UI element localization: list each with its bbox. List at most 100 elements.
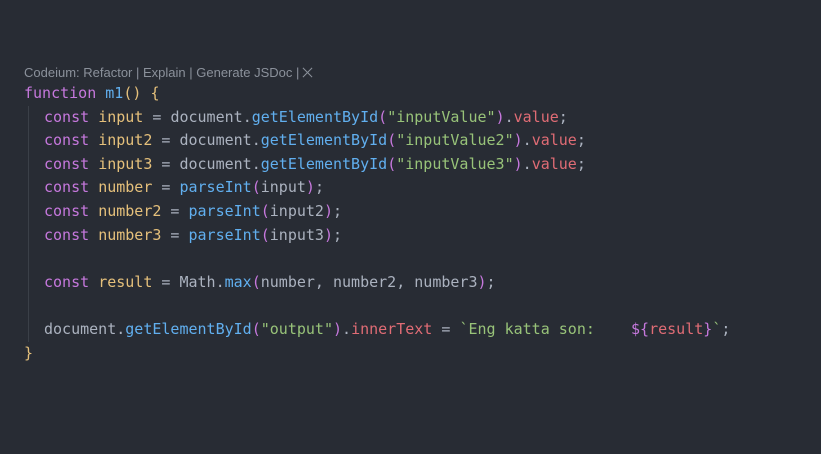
semicolon: ; bbox=[486, 272, 496, 291]
brace: } bbox=[24, 343, 34, 362]
paren: ( bbox=[260, 201, 270, 220]
code-line-11[interactable]: document.getElementById("output").innerT… bbox=[24, 318, 814, 342]
code-line-12[interactable]: } bbox=[24, 342, 814, 366]
dot: . bbox=[215, 272, 225, 291]
string: "inputValue2" bbox=[396, 131, 514, 150]
codeium-codelens: Codeium: Refactor | Explain | Generate J… bbox=[24, 64, 313, 82]
dot: . bbox=[251, 154, 261, 173]
identifier: Math bbox=[179, 272, 216, 291]
code-editor[interactable]: Codeium: Refactor | Explain | Generate J… bbox=[0, 0, 821, 454]
identifier: document bbox=[179, 154, 252, 173]
codelens-separator: | bbox=[185, 65, 197, 80]
code-line-3[interactable]: const input2 = document.getElementById("… bbox=[24, 129, 814, 153]
argument: input2 bbox=[269, 201, 324, 220]
variable: number bbox=[98, 178, 153, 197]
interpolation-close: } bbox=[703, 319, 713, 338]
paren: ) bbox=[323, 225, 333, 244]
function-call: parseInt bbox=[188, 225, 261, 244]
codelens-prefix: Codeium: bbox=[24, 65, 84, 80]
keyword: const bbox=[44, 272, 90, 291]
function-name: m1 bbox=[105, 84, 124, 102]
dot: . bbox=[116, 319, 126, 338]
property: value bbox=[513, 107, 559, 126]
function-call: parseInt bbox=[188, 201, 261, 220]
operator: = bbox=[161, 225, 189, 244]
code-line-10[interactable] bbox=[24, 294, 814, 318]
keyword: const bbox=[44, 131, 90, 150]
operator: = bbox=[152, 131, 180, 150]
semicolon: ; bbox=[576, 131, 586, 150]
variable: number2 bbox=[98, 201, 162, 220]
method-name: getElementById bbox=[251, 107, 379, 126]
code-lines[interactable]: function m1() { const input = document.g… bbox=[24, 82, 814, 365]
dot: . bbox=[251, 131, 261, 150]
code-line-7[interactable]: const number3 = parseInt(input3); bbox=[24, 224, 814, 248]
semicolon: ; bbox=[721, 319, 731, 338]
method-name: getElementById bbox=[125, 319, 252, 338]
code-line-4[interactable]: const input3 = document.getElementById("… bbox=[24, 153, 814, 177]
codelens-explain-link[interactable]: Explain bbox=[143, 65, 186, 80]
string: "output" bbox=[260, 319, 333, 338]
semicolon: ; bbox=[333, 201, 343, 220]
paren: ) bbox=[323, 201, 333, 220]
paren: ( bbox=[260, 225, 270, 244]
code-line-8[interactable] bbox=[24, 247, 814, 271]
template-string-end: ` bbox=[712, 319, 722, 338]
keyword: const bbox=[44, 225, 90, 244]
paren: ) bbox=[333, 319, 343, 338]
paren: ( bbox=[387, 131, 397, 150]
operator: = bbox=[152, 154, 180, 173]
paren: ) bbox=[495, 107, 505, 126]
paren: ) bbox=[513, 154, 523, 173]
code-line-2[interactable]: const input = document.getElementById("i… bbox=[24, 106, 814, 130]
paren: ( bbox=[378, 107, 388, 126]
identifier: document bbox=[179, 131, 252, 150]
property: innerText bbox=[351, 319, 433, 338]
paren: ( bbox=[251, 272, 261, 291]
close-icon[interactable] bbox=[302, 67, 313, 78]
code-line-1[interactable]: function m1() { bbox=[24, 82, 814, 106]
argument: input3 bbox=[269, 225, 324, 244]
method-name: max bbox=[224, 272, 252, 291]
keyword: const bbox=[44, 154, 90, 173]
paren: ( bbox=[387, 154, 397, 173]
semicolon: ; bbox=[558, 107, 568, 126]
codelens-refactor-link[interactable]: Refactor bbox=[83, 65, 132, 80]
keyword: const bbox=[44, 201, 90, 220]
operator: = bbox=[152, 272, 180, 291]
keyword: const bbox=[44, 178, 90, 197]
paren: ) bbox=[305, 178, 315, 197]
code-line-5[interactable]: const number = parseInt(input); bbox=[24, 176, 814, 200]
dot: . bbox=[242, 107, 252, 126]
operator: = bbox=[432, 319, 460, 338]
code-line-6[interactable]: const number2 = parseInt(input2); bbox=[24, 200, 814, 224]
string: "inputValue" bbox=[387, 107, 496, 126]
codelens-generate-jsdoc-link[interactable]: Generate JSDoc bbox=[196, 65, 292, 80]
interpolation-variable: result bbox=[649, 319, 704, 338]
keyword: function bbox=[24, 84, 97, 102]
method-name: getElementById bbox=[260, 154, 388, 173]
identifier: document bbox=[170, 107, 243, 126]
paren: ( bbox=[251, 319, 261, 338]
property: value bbox=[531, 131, 577, 150]
variable: input bbox=[98, 107, 144, 126]
semicolon: ; bbox=[576, 154, 586, 173]
semicolon: ; bbox=[333, 225, 343, 244]
dot: . bbox=[522, 154, 532, 173]
dot: . bbox=[342, 319, 352, 338]
string: "inputValue3" bbox=[396, 154, 514, 173]
dot: . bbox=[522, 131, 532, 150]
paren: ( bbox=[251, 178, 261, 197]
paren: ) bbox=[132, 84, 142, 102]
arguments: number, number2, number3 bbox=[260, 272, 478, 291]
method-name: getElementById bbox=[260, 131, 388, 150]
paren: ) bbox=[477, 272, 487, 291]
variable: number3 bbox=[98, 225, 162, 244]
property: value bbox=[531, 154, 577, 173]
codelens-separator: | bbox=[132, 65, 143, 80]
variable: input2 bbox=[98, 131, 153, 150]
code-line-9[interactable]: const result = Math.max(number, number2,… bbox=[24, 271, 814, 295]
template-string: `Eng katta son: bbox=[459, 319, 632, 338]
dot: . bbox=[504, 107, 514, 126]
operator: = bbox=[152, 178, 180, 197]
